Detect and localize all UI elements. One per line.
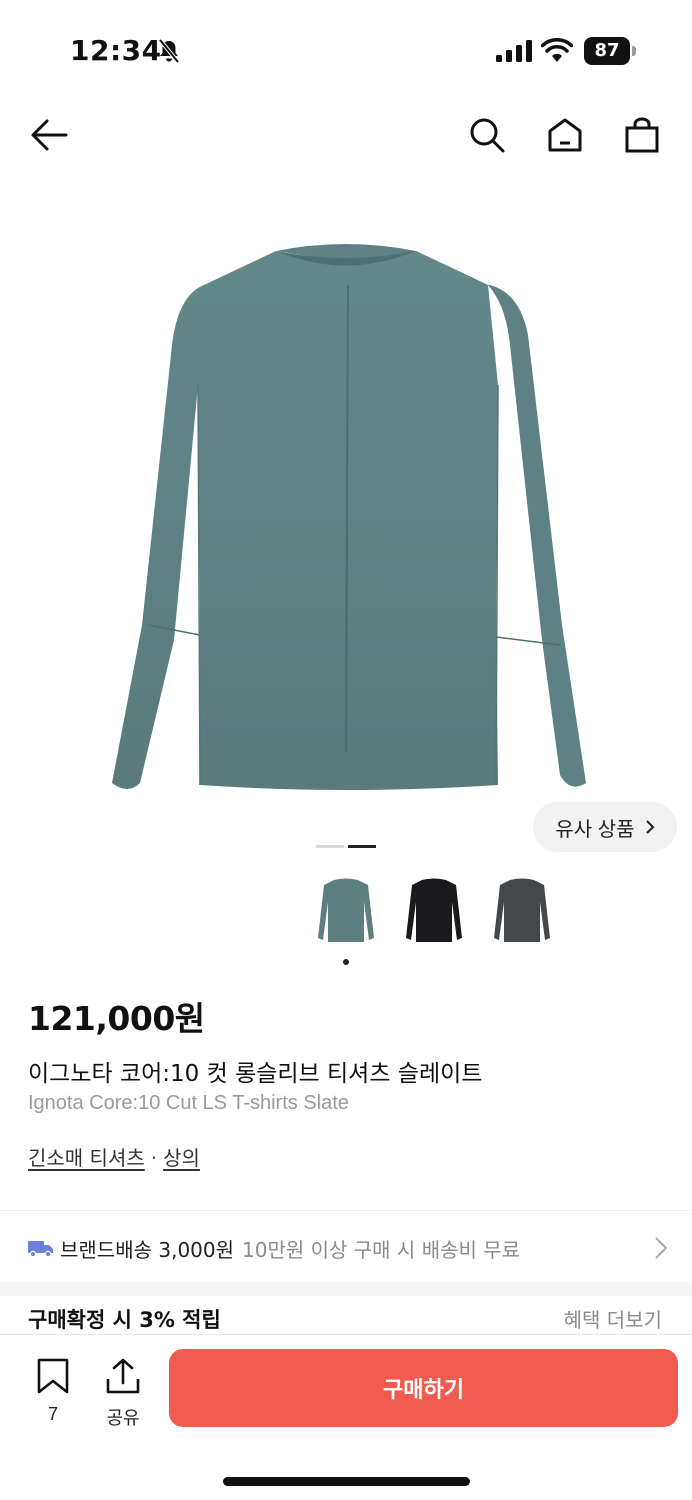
back-arrow-icon <box>31 119 68 151</box>
product-name-english: Ignota Core:10 Cut LS T-shirts Slate <box>28 1092 349 1114</box>
status-time: 12:34 <box>70 34 162 67</box>
image-pager <box>316 845 376 848</box>
wifi-icon <box>541 38 573 62</box>
chevron-right-icon <box>645 820 654 834</box>
product-image[interactable] <box>0 185 692 835</box>
product-name-korean: 이그노타 코어:10 컷 롱슬리브 티셔츠 슬레이트 <box>28 1061 483 1087</box>
cart-button[interactable] <box>619 112 665 158</box>
pager-dot-active <box>348 845 376 848</box>
reward-row: 구매확정 시 3% 적립 혜택 더보기 <box>0 1296 692 1336</box>
bottom-action-bar: 7 공유 구매하기 <box>0 1334 692 1500</box>
pager-dot <box>316 845 344 848</box>
divider <box>0 1210 692 1211</box>
selected-thumbnail-indicator <box>343 959 349 965</box>
buy-button[interactable]: 구매하기 <box>169 1349 678 1427</box>
signal-icon <box>496 40 532 62</box>
thumbnail-slate[interactable] <box>312 870 380 954</box>
bookmark-button[interactable]: 7 <box>30 1357 76 1425</box>
status-bar: 12:34 87 <box>0 0 692 100</box>
bookmark-count: 7 <box>47 1404 58 1424</box>
similar-products-button[interactable]: 유사 상품 <box>533 802 677 852</box>
more-benefits-link[interactable]: 혜택 더보기 <box>564 1304 662 1333</box>
category-link-long-sleeve[interactable]: 긴소매 티셔츠 <box>28 1146 145 1170</box>
shopping-bag-icon <box>625 117 659 153</box>
thumbnail-black[interactable] <box>400 870 468 954</box>
color-thumbnails <box>312 870 556 954</box>
product-price: 121,000원 <box>28 999 205 1038</box>
section-separator <box>0 1282 692 1296</box>
thumbnail-charcoal[interactable] <box>488 870 556 954</box>
home-icon <box>548 118 582 152</box>
shipping-fee: 브랜드배송 3,000원 <box>60 1237 235 1262</box>
share-button[interactable]: 공유 <box>100 1357 146 1430</box>
chevron-right-icon <box>655 1237 668 1259</box>
battery-level: 87 <box>584 37 630 65</box>
home-indicator <box>223 1477 470 1486</box>
category-link-tops[interactable]: 상의 <box>163 1146 200 1170</box>
share-label: 공유 <box>106 1408 140 1429</box>
bookmark-icon <box>37 1358 69 1394</box>
category-separator: · <box>150 1146 158 1170</box>
search-icon <box>470 118 505 153</box>
free-shipping-note: 10만원 이상 구매 시 배송비 무료 <box>242 1237 521 1262</box>
similar-products-label: 유사 상품 <box>555 818 635 841</box>
search-button[interactable] <box>464 112 510 158</box>
shipping-info-row[interactable]: 브랜드배송 3,000원 10만원 이상 구매 시 배송비 무료 <box>28 1232 668 1264</box>
home-button[interactable] <box>542 112 588 158</box>
bell-off-icon <box>158 38 180 64</box>
battery-icon: 87 <box>584 37 636 65</box>
truck-icon <box>28 1241 53 1257</box>
category-breadcrumb: 긴소매 티셔츠 · 상의 <box>28 1142 200 1171</box>
top-nav <box>0 100 692 170</box>
share-icon <box>106 1358 140 1394</box>
reward-title: 구매확정 시 3% 적립 <box>28 1308 221 1332</box>
back-button[interactable] <box>26 112 72 158</box>
